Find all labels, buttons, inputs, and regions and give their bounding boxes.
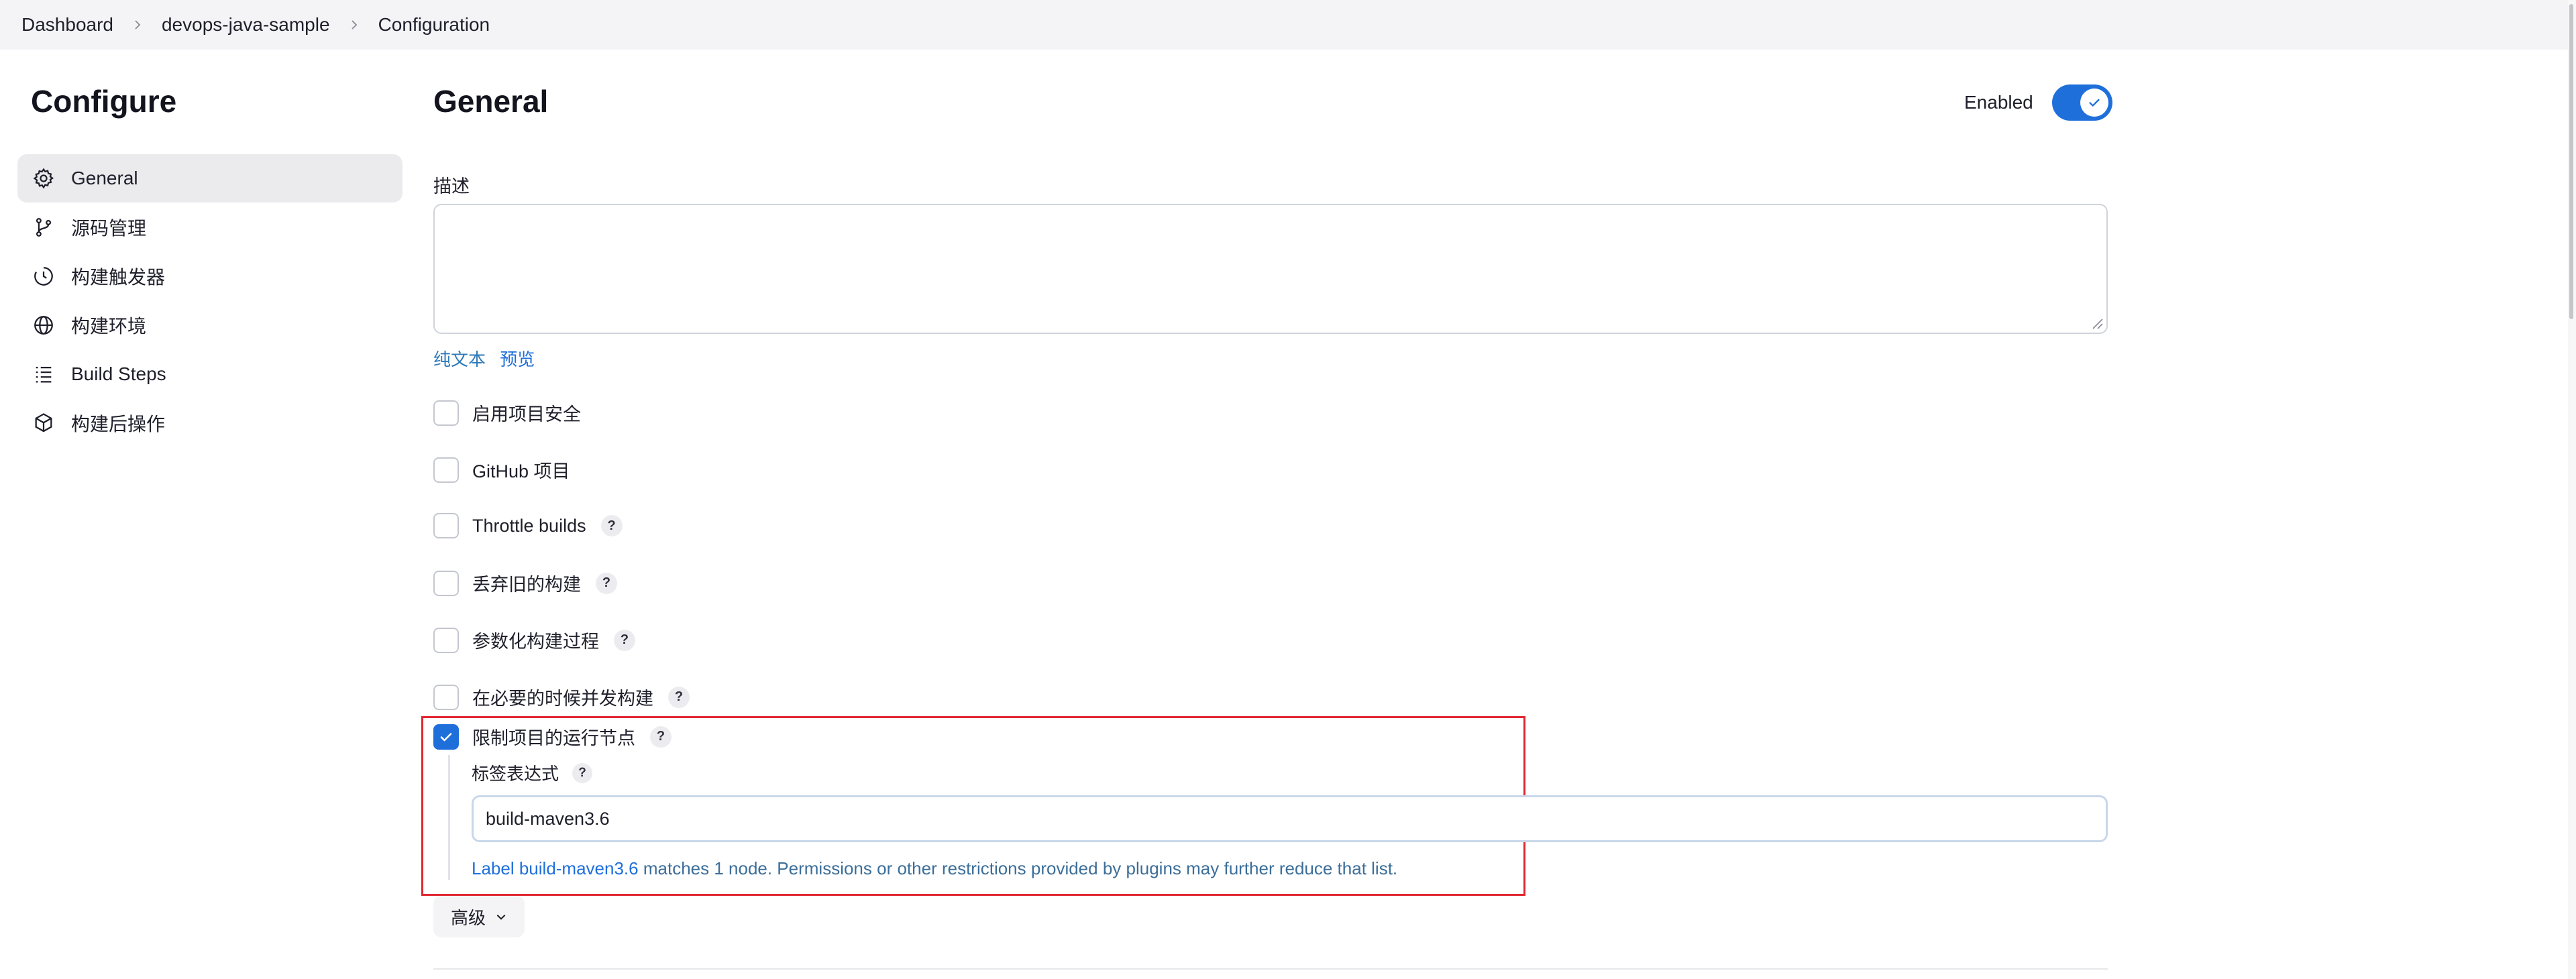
label-expression-header: 标签表达式 ? bbox=[472, 760, 593, 785]
help-icon[interactable]: ? bbox=[614, 629, 635, 651]
checkbox[interactable] bbox=[433, 457, 459, 483]
option-parameterized-build[interactable]: 参数化构建过程 ? bbox=[433, 627, 635, 653]
label-expression-input[interactable] bbox=[472, 795, 2108, 842]
list-icon bbox=[32, 363, 55, 386]
enabled-control: Enabled bbox=[1964, 84, 2112, 121]
option-concurrent-builds[interactable]: 在必要的时候并发构建 ? bbox=[433, 684, 690, 710]
option-label: Throttle builds bbox=[472, 515, 586, 536]
sidebar-item-build-steps[interactable]: Build Steps bbox=[17, 350, 402, 398]
option-project-security[interactable]: 启用项目安全 bbox=[433, 400, 581, 426]
sidebar-item-build-triggers[interactable]: 构建触发器 bbox=[17, 252, 402, 300]
option-label: 丢弃旧的构建 bbox=[472, 575, 581, 595]
section-title: General bbox=[433, 84, 549, 119]
option-label: 参数化构建过程 bbox=[472, 632, 599, 652]
breadcrumb-project[interactable]: devops-java-sample bbox=[162, 14, 330, 36]
option-label: 在必要的时候并发构建 bbox=[472, 689, 653, 709]
sidebar-item-general[interactable]: General bbox=[17, 154, 402, 203]
chevron-right-icon bbox=[349, 19, 360, 30]
sidebar-nav: General 源码管理 构建触发器 构建环境 Build Steps 构建后操… bbox=[17, 154, 402, 448]
page-scrollbar[interactable] bbox=[2568, 0, 2576, 979]
sidebar-item-source-control[interactable]: 源码管理 bbox=[17, 203, 402, 251]
sidebar-item-label: 构建环境 bbox=[71, 316, 147, 337]
checkbox[interactable] bbox=[433, 513, 459, 538]
label-link[interactable]: Label build-maven3.6 bbox=[472, 858, 639, 878]
timer-icon bbox=[32, 265, 55, 288]
sidebar-item-post-build[interactable]: 构建后操作 bbox=[17, 399, 402, 447]
enabled-toggle[interactable] bbox=[2051, 84, 2112, 121]
option-github-project[interactable]: GitHub 项目 bbox=[433, 457, 570, 483]
sidebar-item-label: 构建触发器 bbox=[71, 267, 166, 288]
help-icon[interactable]: ? bbox=[596, 572, 617, 594]
sidebar-item-build-environment[interactable]: 构建环境 bbox=[17, 301, 402, 349]
label-expression-label: 标签表达式 bbox=[472, 764, 559, 784]
cube-icon bbox=[32, 412, 55, 435]
breadcrumb: Dashboard devops-java-sample Configurati… bbox=[0, 0, 2576, 50]
help-icon[interactable]: ? bbox=[572, 762, 593, 783]
description-label: 描述 bbox=[433, 176, 470, 196]
option-label: GitHub 项目 bbox=[472, 461, 570, 481]
branch-icon bbox=[32, 216, 55, 239]
plain-text-link[interactable]: 纯文本 bbox=[433, 349, 486, 369]
chevron-right-icon bbox=[132, 19, 143, 30]
help-icon[interactable]: ? bbox=[600, 515, 623, 536]
option-throttle-builds[interactable]: Throttle builds ? bbox=[433, 513, 623, 538]
sidebar-item-label: 源码管理 bbox=[71, 218, 147, 239]
checkbox[interactable] bbox=[433, 570, 459, 596]
chevron-down-icon bbox=[496, 915, 506, 920]
enabled-label: Enabled bbox=[1964, 92, 2033, 113]
advanced-button[interactable]: 高级 bbox=[433, 896, 525, 937]
configure-page: Dashboard devops-java-sample Configurati… bbox=[0, 0, 2576, 979]
resize-grip-icon[interactable] bbox=[2089, 315, 2104, 330]
sidebar-title: Configure bbox=[31, 84, 177, 119]
checkbox[interactable] bbox=[433, 684, 459, 710]
checkbox[interactable] bbox=[433, 400, 459, 426]
option-label: 启用项目安全 bbox=[472, 404, 581, 424]
sidebar-item-label: 构建后操作 bbox=[71, 414, 166, 435]
gear-icon bbox=[32, 167, 55, 190]
scrollbar-thumb[interactable] bbox=[2569, 4, 2573, 319]
description-textarea[interactable] bbox=[433, 204, 2108, 334]
sidebar-item-label: Build Steps bbox=[71, 363, 166, 384]
divider bbox=[433, 968, 2108, 970]
match-text: matches 1 node. Permissions or other res… bbox=[638, 858, 1398, 878]
checkmark-icon bbox=[2080, 89, 2108, 117]
checkbox[interactable] bbox=[433, 627, 459, 653]
sidebar-item-label: General bbox=[71, 168, 138, 188]
option-discard-old-builds[interactable]: 丢弃旧的构建 ? bbox=[433, 570, 617, 596]
advanced-label: 高级 bbox=[450, 907, 486, 928]
globe-icon bbox=[32, 314, 55, 337]
breadcrumb-dashboard[interactable]: Dashboard bbox=[21, 14, 113, 36]
breadcrumb-configuration: Configuration bbox=[378, 14, 490, 35]
preview-link[interactable]: 预览 bbox=[500, 349, 535, 369]
nested-indent-line bbox=[448, 755, 450, 880]
description-format-links: 纯文本 预览 bbox=[433, 346, 544, 371]
label-match-info: Label build-maven3.6 matches 1 node. Per… bbox=[472, 858, 1397, 879]
help-icon[interactable]: ? bbox=[668, 686, 690, 708]
